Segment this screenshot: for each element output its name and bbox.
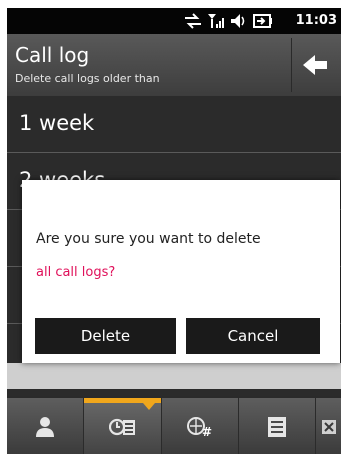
- close-icon: [321, 420, 336, 434]
- dialog-message: Are you sure you want to delete: [36, 231, 261, 247]
- tab-contacts[interactable]: [7, 398, 84, 454]
- list-item-label: 1 week: [19, 111, 95, 135]
- list-footer-band: [7, 363, 341, 389]
- list-item[interactable]: 1 week: [7, 96, 341, 153]
- dialog-highlight: all call logs?: [36, 265, 116, 280]
- data-connection-icon: [185, 13, 201, 29]
- tab-bar: #: [7, 396, 341, 454]
- menu-icon: [268, 417, 286, 437]
- contact-icon: [36, 417, 54, 437]
- call-log-icon: [108, 418, 135, 436]
- battery-charging-icon: [253, 14, 272, 28]
- cancel-button[interactable]: Cancel: [186, 318, 320, 354]
- close-button[interactable]: [316, 398, 341, 454]
- tab-dialer[interactable]: #: [162, 398, 239, 454]
- back-button[interactable]: [291, 38, 338, 92]
- header: Call log Delete call logs older than: [7, 34, 341, 96]
- confirm-dialog: Are you sure you want to delete all call…: [22, 180, 340, 363]
- delete-button[interactable]: Delete: [35, 318, 176, 354]
- volume-icon: [231, 14, 245, 28]
- svg-text:#: #: [202, 425, 212, 438]
- signal-icon: [208, 14, 224, 28]
- active-tab-arrow-icon: [143, 403, 155, 410]
- tab-call-log[interactable]: [84, 398, 162, 454]
- clock: 11:03: [295, 13, 337, 28]
- page-title: Call log: [15, 43, 90, 67]
- tab-menu[interactable]: [239, 398, 316, 454]
- arrow-left-icon: [303, 55, 327, 75]
- phone-screen: 11:03 Call log Delete call logs older th…: [7, 8, 341, 454]
- page-subtitle: Delete call logs older than: [15, 72, 160, 85]
- dialer-icon: #: [187, 417, 212, 438]
- status-bar: 11:03: [7, 8, 341, 34]
